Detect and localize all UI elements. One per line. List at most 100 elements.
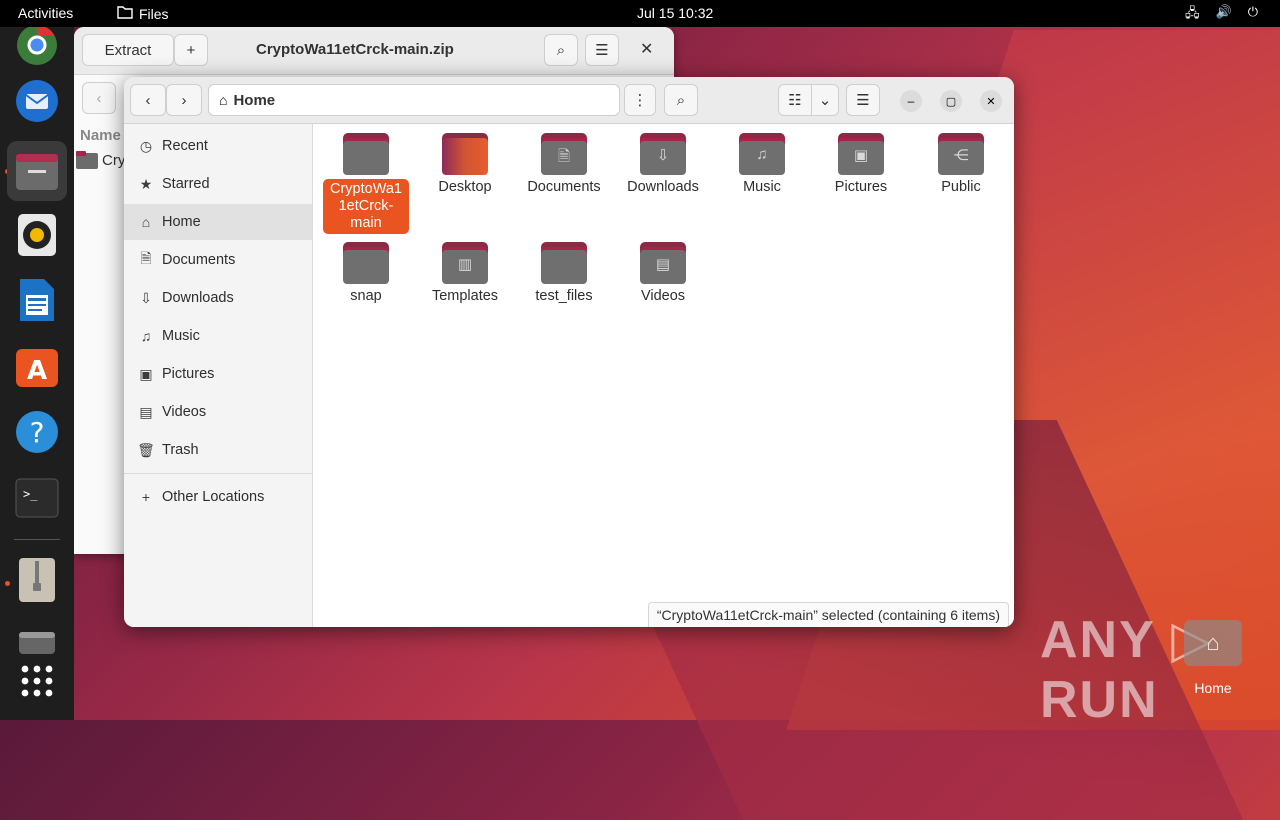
dock-separator [14,539,60,540]
desktop-folder-icon [442,133,488,175]
search-icon: ⌕ [676,91,686,109]
folder-label: CryptoWa1 1etCrck- main [323,179,409,234]
file-grid: CryptoWa1 1etCrck- main Desktop 🗎 Docume… [313,124,1014,627]
app-name: Files [139,5,169,22]
back-button[interactable]: ‹ [82,82,116,114]
list-icon: ☷ [788,92,802,109]
sidebar-item-starred[interactable]: ★ Starred [124,166,312,202]
sidebar-item-music[interactable]: ♫ Music [124,318,312,354]
downloads-folder-icon: ⇩ [640,133,686,175]
maximize-icon: ▢ [945,95,957,108]
home-icon: ⌂ [219,92,228,108]
menu-button[interactable]: ☰ [585,34,619,66]
sidebar-item-label: Pictures [162,366,215,382]
folder-item[interactable]: ▣ Pictures [818,133,904,196]
chevron-right-icon: › [181,91,187,109]
folder-item[interactable]: 🗎 Documents [521,133,607,196]
extract-button[interactable]: Extract [82,34,174,66]
svg-text:A: A [27,356,47,386]
folder-item[interactable]: snap [323,242,409,305]
folder-item[interactable]: ⋲ Public [918,133,1004,196]
app-menu[interactable]: Files [117,5,169,22]
view-options-button[interactable]: ⌄ [811,84,839,116]
forward-button[interactable]: › [166,84,202,116]
music-folder-icon: ♫ [739,133,785,175]
path-bar[interactable]: ⌂ Home [208,84,620,116]
sidebar-item-label: Documents [162,252,236,268]
files-icon[interactable] [7,141,67,201]
archive-header: Extract + CryptoWa11etCrck-main.zip ⌕ ☰ … [74,27,674,75]
help-icon[interactable]: ? [13,408,61,456]
name-column-header[interactable]: Name [80,127,121,144]
path-menu-button[interactable]: ⋮ [624,84,656,116]
close-button[interactable]: ✕ [640,39,653,59]
system-tray[interactable]: 🖧 🔊 ⏻ [1185,4,1258,26]
clock-icon: ◷ [139,137,153,154]
writer-icon[interactable] [13,276,61,324]
sidebar-item-downloads[interactable]: ⇩ Downloads [124,280,312,316]
plus-icon: + [186,41,196,59]
templates-folder-icon: ▥ [442,242,488,284]
network-icon: 🖧 [1185,5,1200,20]
close-button[interactable]: ✕ [980,90,1002,112]
activities-button[interactable]: Activities [18,5,73,21]
sidebar-item-home[interactable]: ⌂ Home [124,204,312,240]
sidebar-item-recent[interactable]: ◷ Recent [124,128,312,164]
search-button[interactable]: ⌕ [544,34,578,66]
rhythmbox-icon[interactable] [13,211,61,259]
status-bar: “CryptoWa11etCrck-main” selected (contai… [647,602,1009,627]
clock[interactable]: Jul 15 10:32 [637,5,713,21]
archive-icon[interactable] [13,556,61,604]
view-list-button[interactable]: ☷ [778,84,812,116]
folder-item[interactable]: ▤ Videos [620,242,706,305]
folder-icon [76,151,98,169]
kebab-icon: ⋮ [632,92,648,109]
sidebar-item-label: Videos [162,404,207,420]
search-button[interactable]: ⌕ [664,84,698,116]
folder-icon [343,133,389,175]
sidebar-item-pictures[interactable]: ▣ Pictures [124,356,312,392]
trash-icon: 🗑 [137,441,155,458]
minimize-button[interactable]: – [900,90,922,112]
maximize-button[interactable]: ▢ [940,90,962,112]
sidebar-item-trash[interactable]: 🗑 Trash [124,432,312,468]
sidebar: ◷ Recent ★ Starred ⌂ Home 🗎 Documents ⇩ Downl… [124,124,313,627]
menu-button[interactable]: ☰ [846,84,880,116]
sidebar-item-label: Trash [162,442,199,458]
add-button[interactable]: + [174,34,208,66]
desktop-home-icon[interactable]: ⌂ Home [1183,620,1243,696]
terminal-icon[interactable]: >_ [13,474,61,522]
dock: A ? >_ [0,25,74,720]
software-icon[interactable]: A [13,342,61,390]
star-icon: ★ [139,175,153,192]
folder-item[interactable]: ♫ Music [719,133,805,196]
folder-icon [343,242,389,284]
sidebar-item-other-locations[interactable]: + Other Locations [124,479,312,515]
apps-grid-icon[interactable] [13,657,61,705]
folder-item[interactable]: test_files [521,242,607,305]
back-button[interactable]: ‹ [130,84,166,116]
volume-icon: 🔊 [1215,4,1232,19]
folder-item[interactable]: Desktop [422,133,508,196]
folder-item[interactable]: ▥ Templates [422,242,508,305]
chrome-icon[interactable] [13,21,61,69]
sidebar-item-videos[interactable]: ▤ Videos [124,394,312,430]
video-icon: ▤ [139,403,153,420]
sidebar-separator [124,473,312,474]
sidebar-item-documents[interactable]: 🗎 Documents [124,242,312,278]
archive-row[interactable]: Cry [76,151,125,169]
videos-folder-icon: ▤ [640,242,686,284]
folder-item[interactable]: CryptoWa1 1etCrck- main [323,133,409,234]
download-icon: ⇩ [140,289,152,306]
window-title: CryptoWa11etCrck-main.zip [256,41,454,58]
svg-text:?: ? [30,416,45,449]
picture-icon: ▣ [139,365,153,382]
folder-item[interactable]: ⇩ Downloads [620,133,706,196]
folder-icon [541,242,587,284]
music-icon: ♫ [140,328,152,344]
sidebar-item-label: Home [162,214,201,230]
sidebar-item-label: Starred [162,176,210,192]
thunderbird-icon[interactable] [13,77,61,125]
folder-label: test_files [535,288,593,304]
sidebar-item-label: Downloads [162,290,234,306]
